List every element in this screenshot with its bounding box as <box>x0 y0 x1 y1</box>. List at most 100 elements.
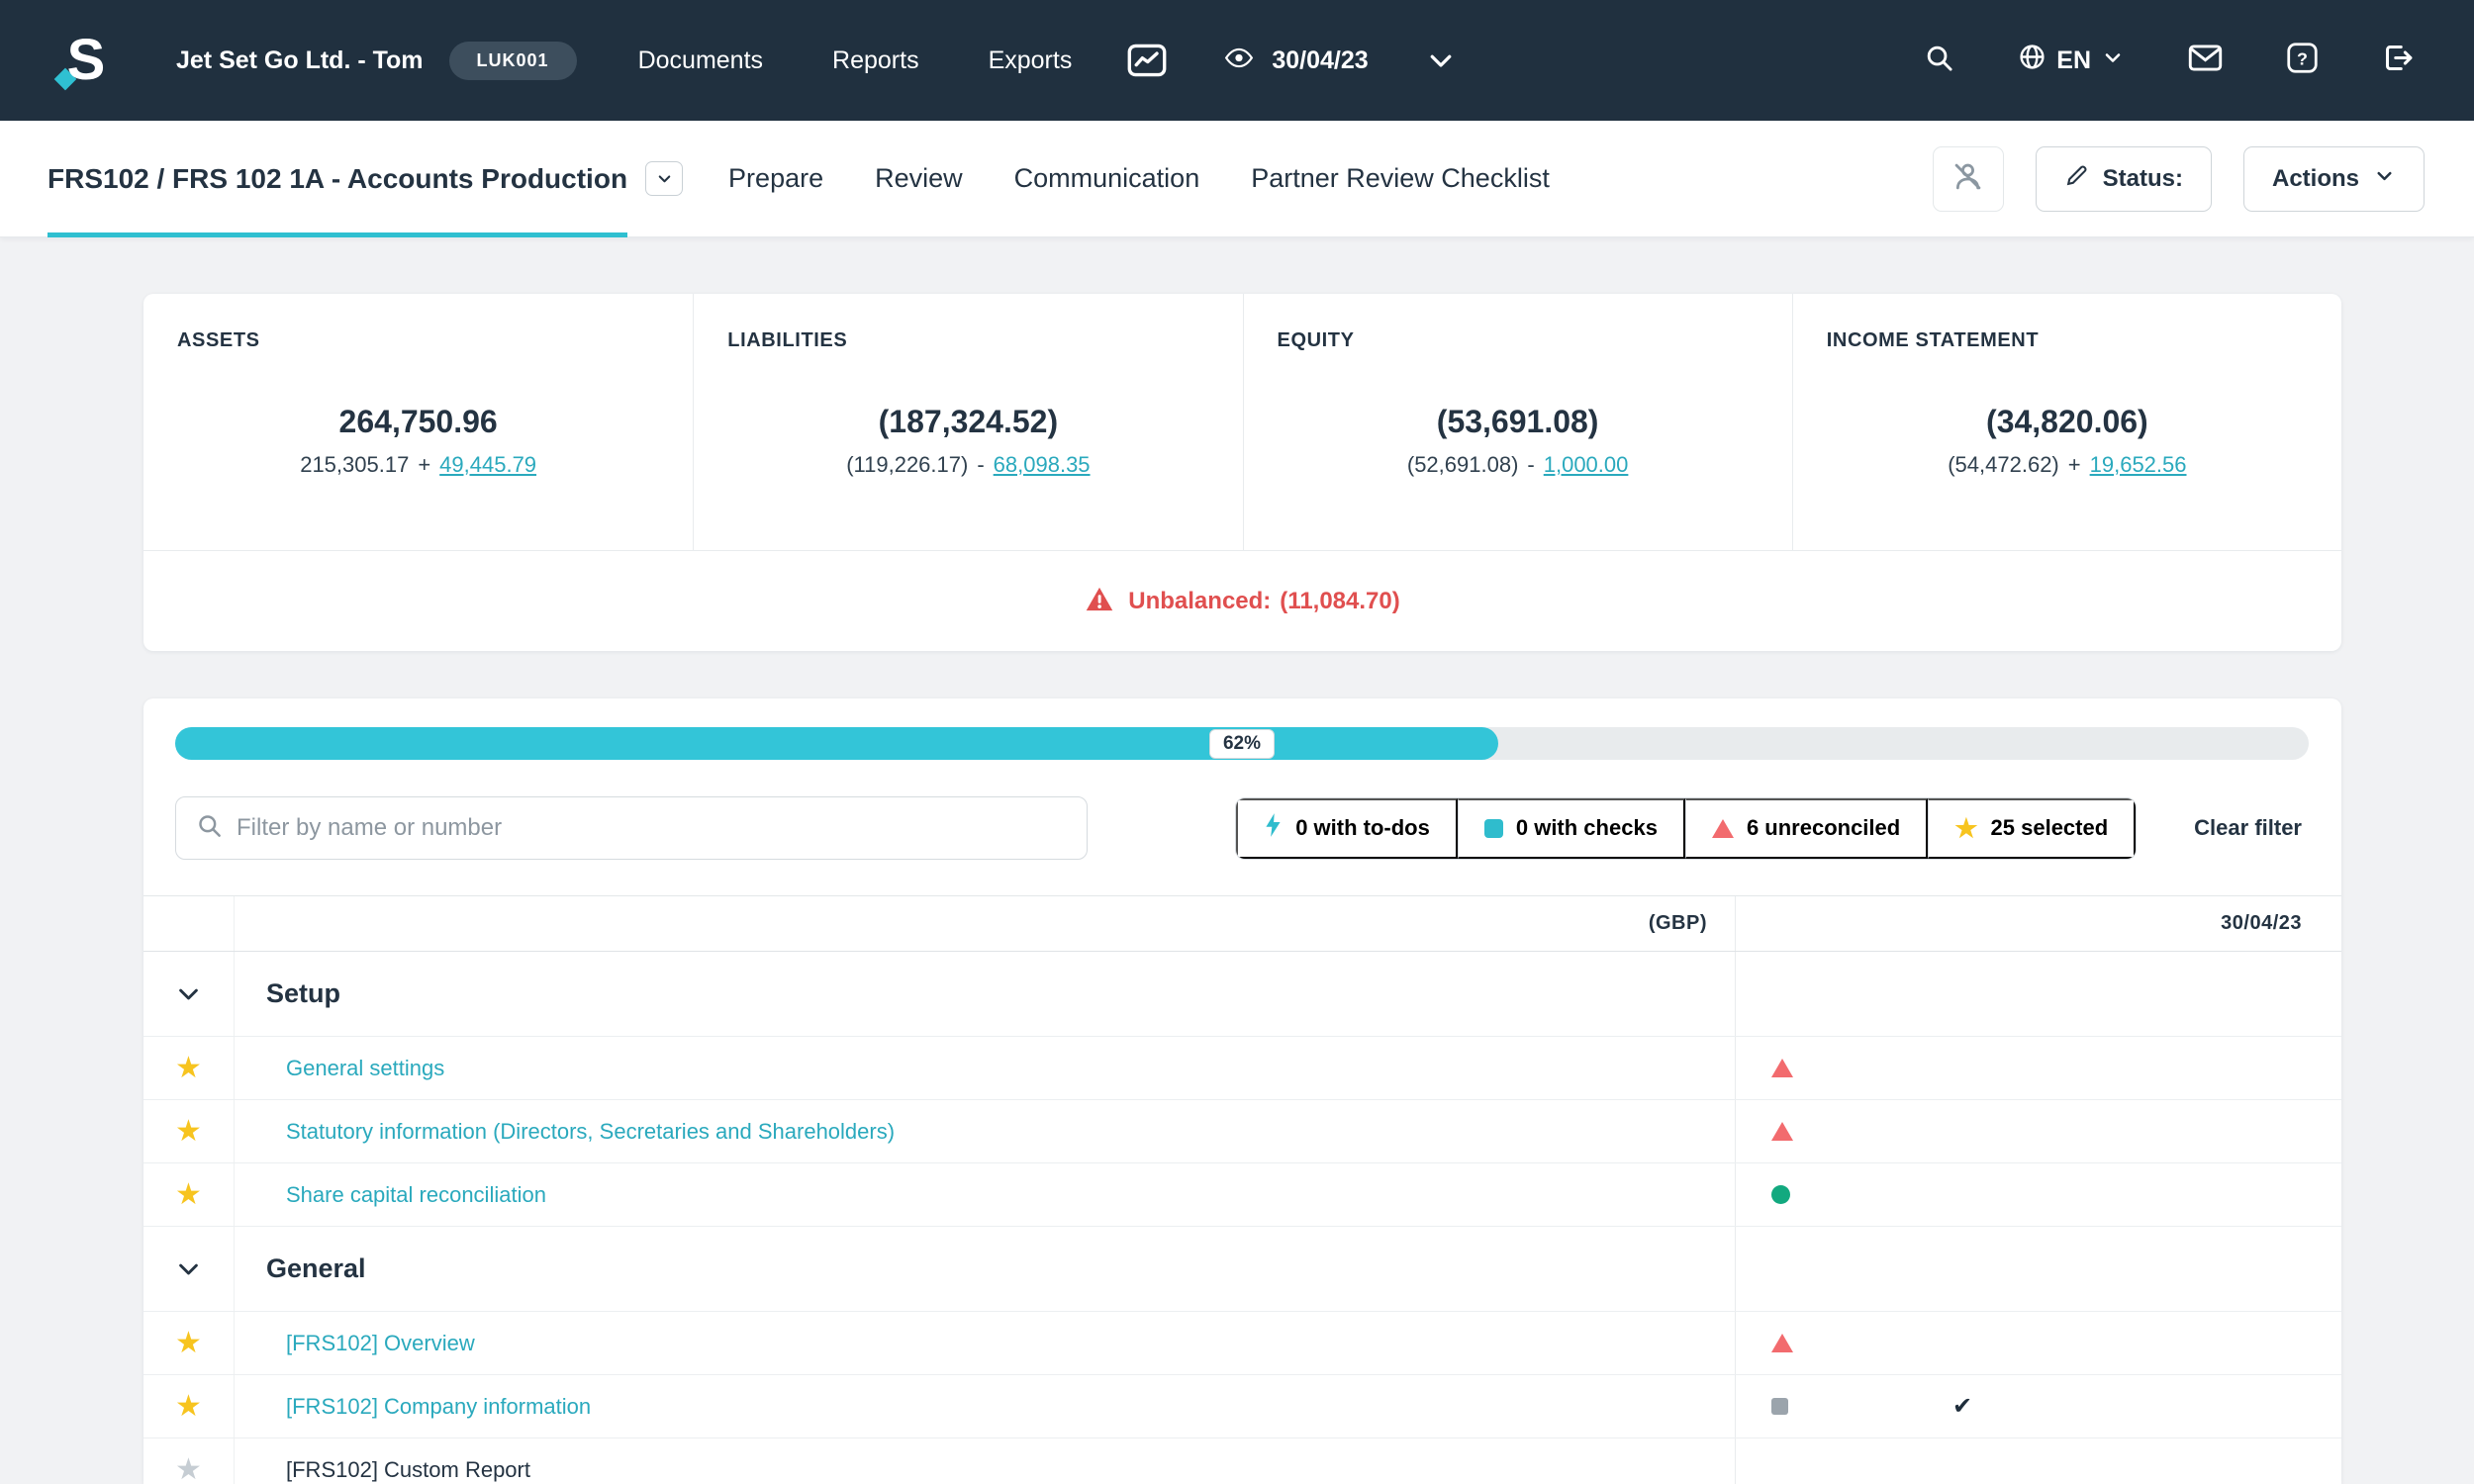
language-label: EN <box>2056 46 2091 75</box>
star-icon[interactable]: ★ <box>175 1117 202 1147</box>
status-button[interactable]: Status: <box>2036 146 2212 212</box>
summary-breakdown: (54,472.62) + 19,652.56 <box>1793 452 2341 478</box>
app-logo[interactable]: S <box>59 26 113 95</box>
period-date: 30/04/23 <box>1272 46 1368 75</box>
filter-selected-button[interactable]: ★ 25 selected <box>1928 798 2136 859</box>
star-cell: ★ <box>143 1312 234 1374</box>
summary-link[interactable]: 19,652.56 <box>2090 452 2187 478</box>
summary-operator: + <box>418 452 430 478</box>
company-name[interactable]: Jet Set Go Ltd. - Tom <box>176 46 424 75</box>
status-cell <box>1735 952 1873 1036</box>
filter-unreconciled-button[interactable]: 6 unreconciled <box>1685 798 1928 859</box>
page-title: FRS102 / FRS 102 1A - Accounts Productio… <box>48 121 627 236</box>
date-cell <box>2051 1037 2341 1099</box>
section-title-cell: General <box>234 1227 1735 1311</box>
chevron-down-icon[interactable] <box>175 980 202 1007</box>
summary-base: (119,226.17) <box>846 452 968 478</box>
header-date-cell: 30/04/23 <box>2051 896 2341 951</box>
language-selector[interactable]: EN <box>2018 43 2125 78</box>
summary-link[interactable]: 1,000.00 <box>1544 452 1629 478</box>
checkmark-icon[interactable]: ✔ <box>1952 1392 1972 1421</box>
summary-total: (187,324.52) <box>694 404 1242 440</box>
star-icon[interactable]: ★ <box>175 1180 202 1210</box>
filter-label: 0 with to-dos <box>1295 815 1430 841</box>
period-selector[interactable]: 30/04/23 <box>1224 46 1368 75</box>
filter-input[interactable] <box>237 814 1067 842</box>
table-row: ★ Statutory information (Directors, Secre… <box>143 1100 2341 1163</box>
check-cell <box>1873 1312 2051 1374</box>
star-icon[interactable]: ★ <box>175 1054 202 1083</box>
star-cell: ★ <box>143 1100 234 1162</box>
template-link[interactable]: [FRS102] Company information <box>286 1394 591 1420</box>
filter-checks-button[interactable]: 0 with checks <box>1458 798 1685 859</box>
star-icon[interactable]: ★ <box>175 1455 202 1484</box>
summary-link[interactable]: 49,445.79 <box>439 452 536 478</box>
nav-item-exports[interactable]: Exports <box>989 46 1073 75</box>
star-cell: ★ <box>143 1375 234 1438</box>
date-cell <box>2051 1100 2341 1162</box>
section-title: Setup <box>266 978 340 1009</box>
help-icon[interactable]: ? <box>2286 42 2319 79</box>
search-icon[interactable] <box>1924 43 1954 78</box>
table-row: ★ General settings <box>143 1037 2341 1100</box>
header-check-cell <box>1873 896 2051 951</box>
summary-liabilities: LIABILITIES (187,324.52) (119,226.17) - … <box>693 294 1242 550</box>
tab-communication[interactable]: Communication <box>1014 163 1200 194</box>
unreconciled-icon <box>1771 1334 1793 1352</box>
filter-label: 6 unreconciled <box>1747 815 1900 841</box>
summary-link[interactable]: 68,098.35 <box>994 452 1091 478</box>
insights-chart-icon[interactable] <box>1127 44 1167 77</box>
date-header: 30/04/23 <box>2221 912 2302 935</box>
worklist-card: 62% 0 with to-dos 0 with checks <box>143 698 2341 1484</box>
template-link[interactable]: Share capital reconciliation <box>286 1182 546 1208</box>
filter-row: 0 with to-dos 0 with checks 6 unreconcil… <box>175 796 2302 860</box>
summary-label: ASSETS <box>143 329 693 352</box>
filter-todos-button[interactable]: 0 with to-dos <box>1236 798 1458 859</box>
sign-out-icon[interactable] <box>2382 42 2415 79</box>
status-cell <box>1735 1163 1873 1226</box>
unbalanced-text: Unbalanced: (11,084.70) <box>1128 588 1399 615</box>
summary-total: (53,691.08) <box>1244 404 1792 440</box>
star-icon: ★ <box>1954 815 1977 841</box>
tab-review[interactable]: Review <box>875 163 963 194</box>
clear-filter-button[interactable]: Clear filter <box>2194 815 2302 841</box>
template-link[interactable]: Statutory information (Directors, Secret… <box>286 1119 895 1145</box>
star-cell: ★ <box>143 1163 234 1226</box>
summary-label: EQUITY <box>1244 329 1792 352</box>
template-link[interactable]: General settings <box>286 1056 444 1081</box>
filter-input-wrap <box>175 796 1088 860</box>
section-toggle-cell <box>143 952 234 1036</box>
summary-total: (34,820.06) <box>1793 404 2341 440</box>
tab-partner-review-checklist[interactable]: Partner Review Checklist <box>1251 163 1550 194</box>
tab-prepare[interactable]: Prepare <box>728 163 823 194</box>
warning-triangle-icon <box>1085 586 1114 617</box>
chevron-down-icon[interactable] <box>175 1255 202 1282</box>
section-row: Setup <box>143 952 2341 1037</box>
mail-icon[interactable] <box>2188 44 2223 77</box>
summary-breakdown: (52,691.08) - 1,000.00 <box>1244 452 1792 478</box>
summary-label: INCOME STATEMENT <box>1793 329 2341 352</box>
status-cell <box>1735 1438 1873 1484</box>
title-wrap: FRS102 / FRS 102 1A - Accounts Productio… <box>48 121 683 236</box>
date-cell <box>2051 1312 2341 1374</box>
globe-icon <box>2018 43 2046 78</box>
progress-bar: 62% <box>175 727 2309 760</box>
template-name-cell: [FRS102] Company information <box>234 1375 1735 1438</box>
summary-base: (54,472.62) <box>1948 452 2059 478</box>
chevron-down-icon[interactable] <box>1426 46 1456 75</box>
header-star-cell <box>143 896 234 951</box>
template-link[interactable]: [FRS102] Overview <box>286 1331 475 1356</box>
star-icon[interactable]: ★ <box>175 1329 202 1358</box>
nav-item-reports[interactable]: Reports <box>832 46 919 75</box>
actions-button[interactable]: Actions <box>2243 146 2425 212</box>
summary-base: 215,305.17 <box>300 452 409 478</box>
title-dropdown-button[interactable] <box>645 161 683 196</box>
star-icon[interactable]: ★ <box>175 1392 202 1422</box>
progress-percent-badge: 62% <box>1209 729 1275 759</box>
hide-reviewer-button[interactable] <box>1933 146 2004 212</box>
header-actions: Status: Actions <box>1933 146 2425 212</box>
table-row: ★ [FRS102] Overview <box>143 1312 2341 1375</box>
nav-item-documents[interactable]: Documents <box>638 46 763 75</box>
status-cell <box>1735 1100 1873 1162</box>
main-content: ASSETS 264,750.96 215,305.17 + 49,445.79… <box>0 237 2474 1484</box>
